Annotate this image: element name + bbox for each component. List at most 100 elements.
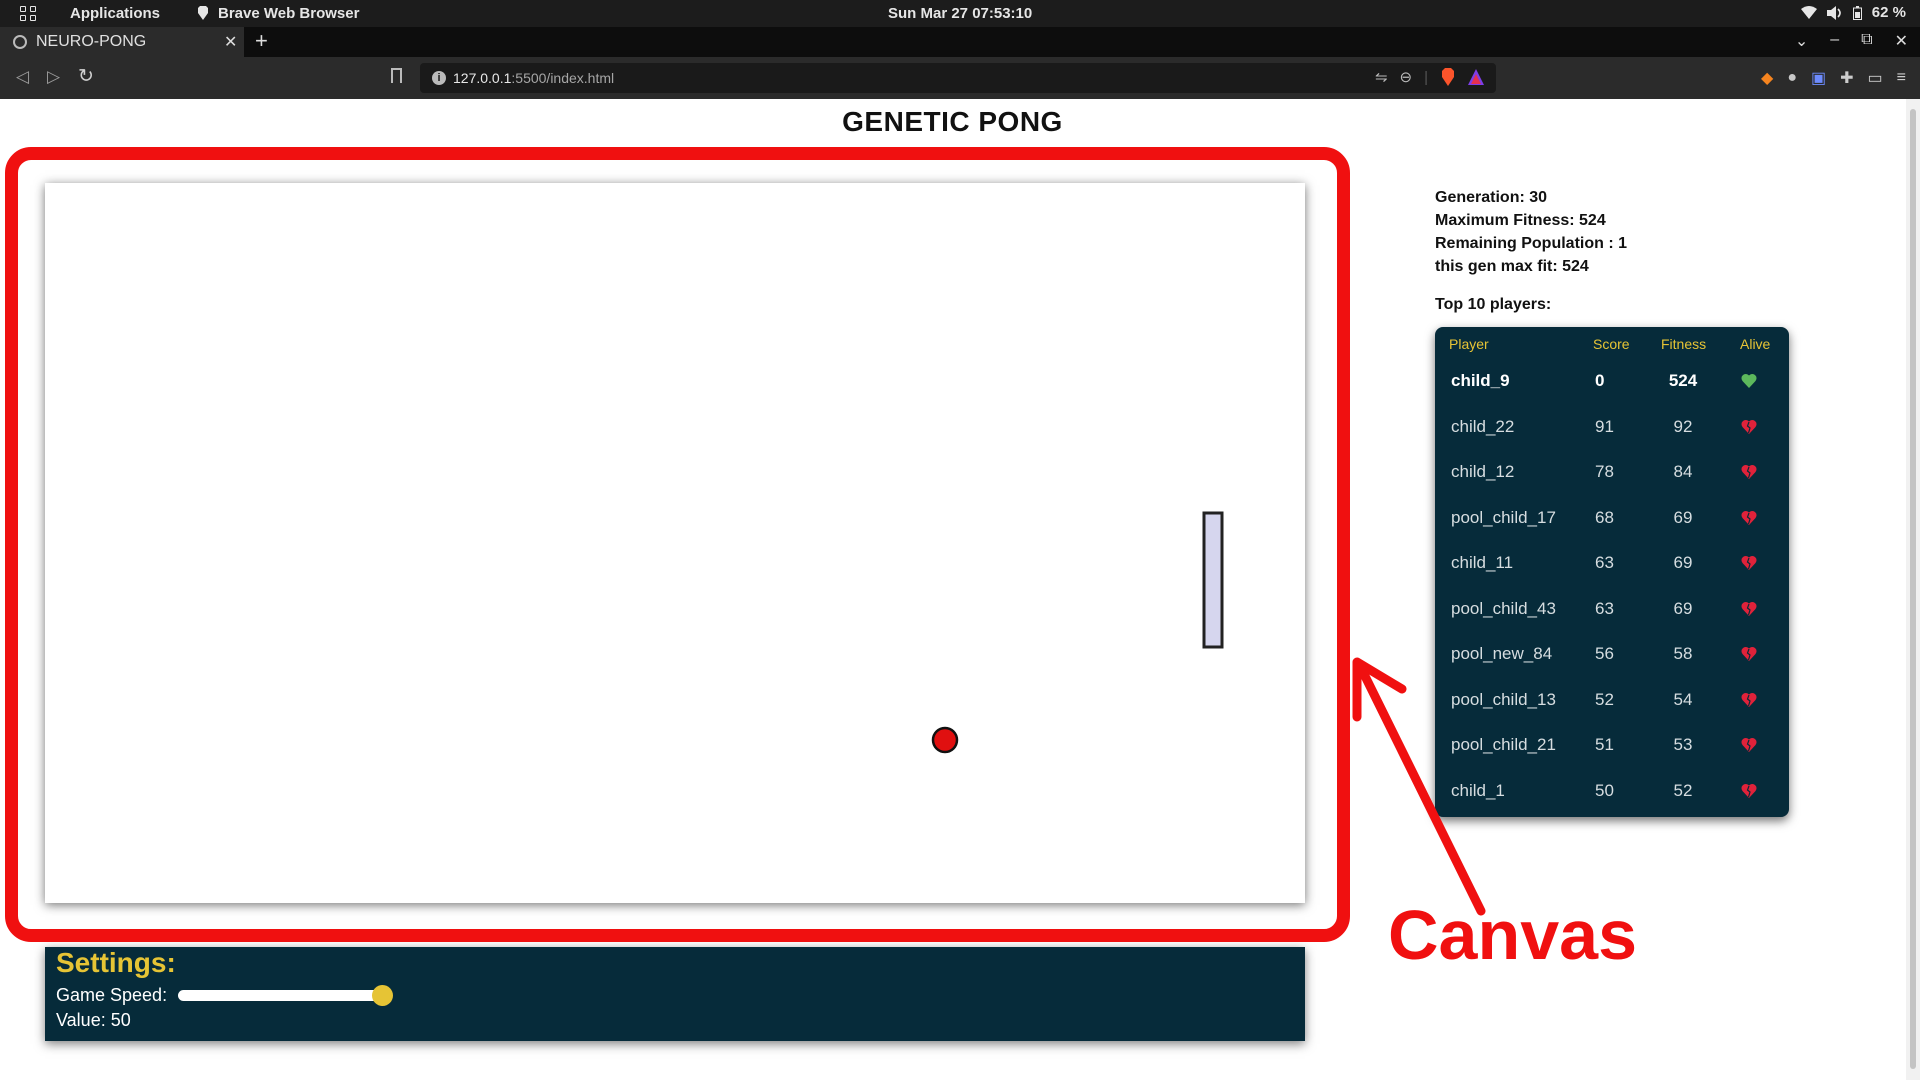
max-fitness-stat: Maximum Fitness: 524 (1435, 212, 1606, 229)
url-path: :5500/index.html (511, 70, 615, 86)
new-tab-button[interactable]: + (255, 28, 268, 54)
dead-heart-icon (1741, 646, 1757, 661)
extensions-area: ◆ ● ▣ ✚ ▭ ≡ (1761, 68, 1906, 88)
tab-title: NEURO-PONG (36, 33, 147, 50)
dead-heart-icon (1741, 737, 1757, 752)
header-alive: Alive (1740, 336, 1771, 352)
top-players-label: Top 10 players: (1435, 296, 1552, 313)
dead-heart-icon (1741, 783, 1757, 798)
table-row: child_12 78 84 (1435, 450, 1789, 495)
header-score: Score (1593, 336, 1630, 352)
player-name: child_1 (1451, 780, 1505, 800)
player-score: 68 (1595, 507, 1614, 527)
dead-heart-icon (1741, 555, 1757, 570)
player-name: pool_child_43 (1451, 598, 1556, 618)
annotation-label: Canvas (1388, 896, 1638, 974)
tab-list-chevron-icon[interactable]: ⌄ (1795, 31, 1808, 51)
player-name: child_22 (1451, 416, 1515, 436)
game-speed-value: Value: 50 (56, 1010, 131, 1030)
gen-max-fit-stat: this gen max fit: 524 (1435, 258, 1589, 275)
table-row: pool_new_84 56 58 (1435, 632, 1789, 677)
alive-heart-icon (1741, 373, 1757, 388)
battery-icon[interactable] (1852, 5, 1862, 20)
dead-heart-icon (1741, 692, 1757, 707)
header-player: Player (1449, 336, 1489, 352)
table-row: child_1 50 52 (1435, 769, 1789, 814)
scrollbar-thumb[interactable] (1910, 109, 1916, 1069)
table-row: pool_child_13 52 54 (1435, 678, 1789, 723)
dead-heart-icon (1741, 464, 1757, 479)
page-scrollbar[interactable] (1906, 99, 1920, 1080)
system-clock[interactable]: Sun Mar 27 07:53:10 (888, 5, 1032, 22)
close-window-icon[interactable]: ✕ (1895, 31, 1908, 51)
apps-grid-icon[interactable] (20, 6, 38, 22)
restore-window-icon[interactable]: ⧉ (1861, 31, 1872, 51)
brave-shields-icon[interactable] (1440, 68, 1456, 86)
header-fitness: Fitness (1661, 336, 1707, 352)
translate-icon[interactable]: ⇋ (1375, 68, 1388, 86)
bookmark-icon[interactable] (391, 68, 402, 83)
extensions-puzzle-icon[interactable]: ✚ (1840, 68, 1853, 88)
minimize-window-icon[interactable]: – (1830, 31, 1839, 51)
player-name: pool_child_13 (1451, 689, 1556, 709)
applications-menu[interactable]: Applications (70, 5, 160, 22)
player-fitness: 53 (1673, 735, 1693, 754)
player-name: child_12 (1451, 462, 1515, 481)
globe-icon (13, 35, 27, 49)
volume-icon[interactable] (1826, 5, 1843, 20)
player-score: 51 (1595, 735, 1614, 754)
game-speed-slider[interactable] (178, 990, 381, 1001)
url-host: 127.0.0.1 (453, 70, 512, 86)
dead-heart-icon (1741, 510, 1757, 525)
game-speed-slider-thumb[interactable] (372, 985, 393, 1006)
zoom-icon[interactable]: ⊖ (1400, 68, 1413, 86)
separator: | (1424, 68, 1428, 86)
address-bar[interactable]: i 127.0.0.1:5500/index.html ⇋ ⊖ | (420, 63, 1496, 93)
wallet-icon[interactable]: ▭ (1868, 68, 1883, 88)
player-fitness: 92 (1673, 416, 1693, 436)
menu-hamburger-icon[interactable]: ≡ (1897, 69, 1906, 87)
player-score: 78 (1595, 462, 1614, 481)
system-tray[interactable]: 62 % (1800, 4, 1906, 21)
active-app-name[interactable]: Brave Web Browser (218, 5, 359, 22)
url-text[interactable]: 127.0.0.1:5500/index.html (453, 70, 614, 86)
tab-neuro-pong[interactable]: NEURO-PONG ✕ (0, 27, 244, 57)
brave-rewards-icon[interactable] (1468, 69, 1484, 85)
table-row: pool_child_43 63 69 (1435, 587, 1789, 632)
player-fitness: 84 (1673, 462, 1693, 481)
player-name: pool_child_17 (1451, 507, 1556, 527)
player-fitness: 58 (1673, 644, 1693, 663)
table-row: child_9 0 524 (1435, 359, 1789, 404)
player-score: 91 (1595, 416, 1614, 436)
close-tab-icon[interactable]: ✕ (224, 32, 237, 52)
table-row: child_22 91 92 (1435, 405, 1789, 450)
metamask-fox-icon[interactable]: ◆ (1761, 68, 1773, 88)
translate-extension-icon[interactable]: ▣ (1811, 68, 1826, 88)
table-row: child_11 63 69 (1435, 541, 1789, 586)
reload-icon[interactable]: ↻ (78, 65, 94, 88)
site-info-icon[interactable]: i (432, 71, 446, 85)
annotation-highlight-box (5, 147, 1350, 942)
player-score: 56 (1595, 644, 1614, 663)
table-row: pool_child_17 68 69 (1435, 496, 1789, 541)
player-fitness: 69 (1673, 553, 1693, 572)
player-score: 0 (1595, 371, 1605, 390)
player-fitness: 69 (1673, 507, 1693, 527)
player-name: pool_child_21 (1451, 735, 1556, 754)
address-bar-actions: ⇋ ⊖ | (1375, 68, 1484, 86)
player-fitness: 69 (1673, 598, 1693, 618)
player-name: child_11 (1451, 553, 1514, 572)
table-row: pool_child_21 51 53 (1435, 723, 1789, 768)
forward-icon[interactable]: ▷ (47, 67, 60, 87)
player-score: 52 (1595, 689, 1614, 709)
player-fitness: 524 (1668, 371, 1698, 390)
extension-cookie-icon[interactable]: ● (1787, 69, 1797, 87)
game-speed-label: Game Speed: (56, 985, 168, 1005)
generation-stat: Generation: 30 (1435, 189, 1548, 206)
back-icon[interactable]: ◁ (16, 67, 29, 87)
wifi-icon[interactable] (1800, 6, 1817, 19)
tab-strip: NEURO-PONG ✕ + ⌄ – ⧉ ✕ (0, 27, 1920, 57)
player-name: pool_new_84 (1451, 644, 1553, 663)
settings-panel: Settings: Game Speed: Value: 50 (45, 947, 1305, 1041)
dead-heart-icon (1741, 419, 1757, 434)
